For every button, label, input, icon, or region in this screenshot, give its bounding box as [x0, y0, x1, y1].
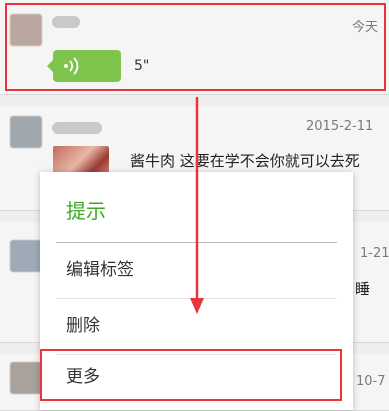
- dialog-title: 提示: [66, 199, 106, 223]
- message-preview: 酱牛肉 这要在学不会你就可以去死: [130, 152, 360, 170]
- menu-item-more[interactable]: 更多: [40, 350, 353, 405]
- avatar[interactable]: [10, 14, 42, 46]
- contact-name-blurred: [52, 16, 80, 28]
- message-preview: 睡: [355, 280, 371, 298]
- menu-item-delete[interactable]: 删除: [40, 299, 353, 354]
- voice-wave-icon: [64, 57, 79, 75]
- conversation-row[interactable]: 今天 5": [0, 0, 389, 95]
- avatar[interactable]: [10, 362, 42, 394]
- timestamp: 今天: [352, 20, 379, 35]
- timestamp: 1-21: [360, 246, 389, 261]
- timestamp: 10-7: [356, 374, 386, 389]
- voice-duration: 5": [134, 58, 150, 74]
- menu-item-edit-tag[interactable]: 编辑标签: [40, 243, 353, 298]
- context-menu-dialog: 提示 编辑标签 删除 更多: [40, 172, 353, 410]
- avatar[interactable]: [10, 116, 42, 148]
- bubble-tail: [47, 60, 53, 72]
- avatar[interactable]: [10, 240, 42, 272]
- contact-name-blurred: [52, 122, 102, 134]
- timestamp: 2015-2-11: [306, 119, 374, 134]
- voice-message-bubble[interactable]: [47, 50, 121, 82]
